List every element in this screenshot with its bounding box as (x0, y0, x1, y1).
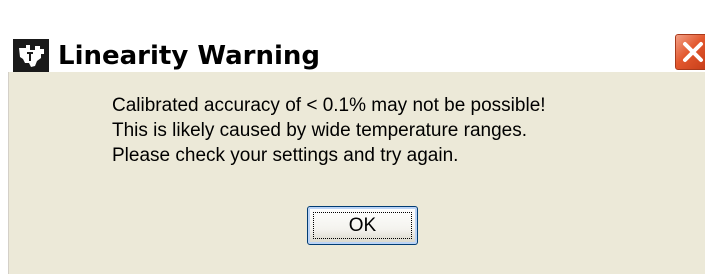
ok-button[interactable]: OK (307, 206, 418, 245)
dialog-window: Linearity Warning Calibrated accuracy of… (0, 0, 705, 274)
message-line: Please check your settings and try again… (112, 145, 459, 166)
ok-button-label: OK (313, 212, 412, 239)
ti-logo-icon (13, 39, 49, 73)
title-bar[interactable]: Linearity Warning (0, 14, 705, 73)
message-line: Calibrated accuracy of < 0.1% may not be… (112, 95, 546, 116)
message-line: This is likely caused by wide temperatur… (112, 120, 528, 141)
dialog-title: Linearity Warning (58, 41, 320, 71)
warning-message: Calibrated accuracy of < 0.1% may not be… (112, 93, 546, 168)
close-button[interactable] (673, 32, 705, 72)
dialog-body: Calibrated accuracy of < 0.1% may not be… (8, 72, 705, 274)
